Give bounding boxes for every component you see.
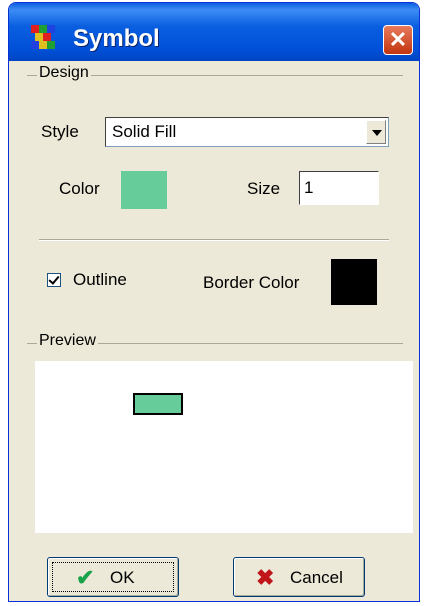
window-title: Symbol <box>73 25 160 52</box>
size-label: Size <box>247 179 281 198</box>
design-group-title: Design <box>37 64 91 82</box>
style-label: Style <box>41 122 79 141</box>
preview-area <box>35 361 413 533</box>
border-color-swatch[interactable] <box>331 259 377 305</box>
preview-shape <box>133 393 183 415</box>
cancel-label: Cancel <box>290 568 343 587</box>
ok-label: OK <box>110 568 135 587</box>
color-label: Color <box>59 179 100 198</box>
style-select-value: Solid Fill <box>112 122 177 141</box>
ok-button[interactable]: ✔ OK <box>47 557 179 597</box>
close-icon: ✕ <box>388 27 408 52</box>
outline-label[interactable]: Outline <box>73 270 127 290</box>
separator <box>39 239 389 241</box>
checkmark-icon: ✔ <box>76 565 95 590</box>
size-input[interactable] <box>299 171 379 205</box>
outline-checkbox[interactable] <box>47 273 61 287</box>
chevron-down-icon[interactable] <box>366 120 386 144</box>
symbol-dialog: Symbol ✕ Design Style Solid Fill Color S… <box>8 2 420 602</box>
app-icon <box>31 25 55 49</box>
button-bar: ✔ OK ✖ Cancel <box>9 543 419 601</box>
fill-color-swatch[interactable] <box>121 171 167 209</box>
border-color-label: Border Color <box>203 273 300 292</box>
close-button[interactable]: ✕ <box>383 25 413 55</box>
style-select[interactable]: Solid Fill <box>105 117 389 147</box>
x-icon: ✖ <box>256 565 275 590</box>
cancel-button[interactable]: ✖ Cancel <box>233 557 365 597</box>
preview-group-title: Preview <box>37 332 98 350</box>
title-bar[interactable]: Symbol ✕ <box>9 3 419 61</box>
